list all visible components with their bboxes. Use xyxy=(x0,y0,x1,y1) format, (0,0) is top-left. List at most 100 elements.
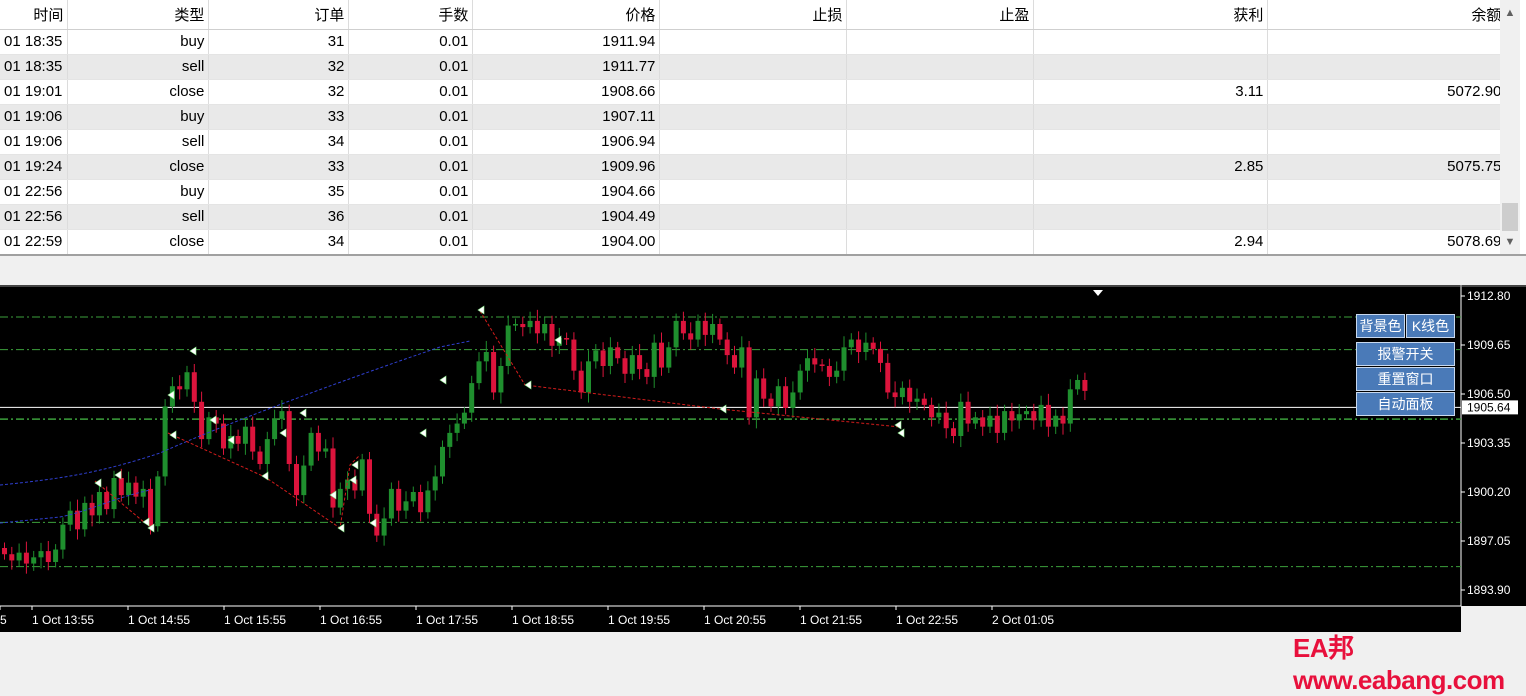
column-header-price[interactable]: 价格 xyxy=(472,0,661,30)
column-header-stop-loss[interactable]: 止损 xyxy=(659,0,848,30)
candle-body xyxy=(651,342,657,377)
column-header-lots[interactable]: 手数 xyxy=(348,0,474,30)
candlestick-chart-canvas[interactable]: 1912.80 1909.65 1906.50 1903.35 1900.20 1897.… xyxy=(0,285,1526,633)
candle-body xyxy=(863,342,869,352)
table-row[interactable]: 01 19:01 close 32 0.01 1908.66 3.11 5072.90 xyxy=(0,79,1507,105)
time-axis-label: 1 Oct 15:55 xyxy=(224,613,286,627)
candle-color-button[interactable]: K线色 xyxy=(1406,314,1455,338)
cell-profit xyxy=(1033,29,1269,55)
table-row[interactable]: 01 22:59 close 34 0.01 1904.00 2.94 5078.69 xyxy=(0,229,1507,255)
candle-body xyxy=(1060,415,1066,424)
candle-body xyxy=(812,358,818,365)
candle-body xyxy=(257,451,263,464)
cell-stop-loss xyxy=(659,29,848,55)
cell-take-profit xyxy=(846,179,1035,205)
candle-body xyxy=(586,361,591,393)
candle-body xyxy=(907,387,913,402)
table-row[interactable]: 01 22:56 buy 35 0.01 1904.66 xyxy=(0,179,1507,205)
cell-balance xyxy=(1267,29,1507,55)
candle-body xyxy=(315,432,321,452)
background-color-button[interactable]: 背景色 xyxy=(1356,314,1405,338)
candle-body xyxy=(38,551,44,558)
column-header-time[interactable]: 时间 xyxy=(0,0,69,30)
candle-body xyxy=(67,510,73,525)
cell-balance: 5078.69 xyxy=(1267,229,1507,255)
candle-body xyxy=(60,524,66,550)
candle-body xyxy=(1009,411,1015,421)
scroll-up-arrow-icon[interactable]: ▲ xyxy=(1500,4,1520,22)
time-axis-label: 1 Oct 19:55 xyxy=(608,613,670,627)
cell-order: 32 xyxy=(208,79,350,105)
reset-window-button[interactable]: 重置窗口 xyxy=(1356,367,1455,391)
scroll-down-arrow-icon[interactable]: ▼ xyxy=(1500,233,1520,251)
cell-order: 34 xyxy=(208,129,350,155)
cell-order: 33 xyxy=(208,154,350,180)
candle-body xyxy=(972,417,978,424)
candle-body xyxy=(688,333,694,340)
cell-price: 1909.96 xyxy=(472,154,661,180)
candle-body xyxy=(118,478,124,496)
time-axis-label: 1 Oct 21:55 xyxy=(800,613,862,627)
auto-panel-button[interactable]: 自动面板 xyxy=(1356,392,1455,416)
cell-price: 1904.66 xyxy=(472,179,661,205)
table-row[interactable]: 01 18:35 buy 31 0.01 1911.94 xyxy=(0,29,1507,55)
cell-time: 01 22:56 xyxy=(0,179,69,205)
cell-balance xyxy=(1267,54,1507,80)
trade-history-panel: 时间 类型 订单 手数 价格 止损 止盈 获利 余额 01 18:35 buy 31… xyxy=(0,0,1526,256)
panel-divider xyxy=(0,254,1526,256)
watermark-logo: EA邦www.eabang.com xyxy=(1293,633,1505,695)
candle-body xyxy=(1038,404,1044,421)
candle-body xyxy=(31,557,37,564)
candle-body xyxy=(1045,404,1051,427)
cell-price: 1911.94 xyxy=(472,29,661,55)
column-header-order[interactable]: 订单 xyxy=(208,0,350,30)
cell-stop-loss xyxy=(659,154,848,180)
candle-body xyxy=(826,366,832,377)
table-row[interactable]: 01 18:35 sell 32 0.01 1911.77 xyxy=(0,54,1507,80)
candle-body xyxy=(951,428,956,436)
candle-body xyxy=(155,476,161,527)
column-header-take-profit[interactable]: 止盈 xyxy=(846,0,1035,30)
candle-body xyxy=(768,398,774,407)
table-header-row: 时间 类型 订单 手数 价格 止损 止盈 获利 余额 xyxy=(0,0,1507,30)
column-header-type[interactable]: 类型 xyxy=(67,0,210,30)
cell-lots: 0.01 xyxy=(348,179,474,205)
candle-body xyxy=(805,358,810,371)
candle-body xyxy=(761,378,767,399)
candle-body xyxy=(126,482,132,496)
column-header-profit[interactable]: 获利 xyxy=(1033,0,1269,30)
table-row[interactable]: 01 19:06 buy 33 0.01 1907.11 xyxy=(0,104,1507,130)
candle-body xyxy=(520,324,526,328)
candle-body xyxy=(191,372,197,402)
candle-body xyxy=(965,401,971,424)
cell-time: 01 22:56 xyxy=(0,204,69,230)
column-header-balance[interactable]: 余额 xyxy=(1267,0,1507,30)
table-row[interactable]: 01 22:56 sell 36 0.01 1904.49 xyxy=(0,204,1507,230)
cell-time: 01 18:35 xyxy=(0,54,69,80)
price-axis-label: 1900.20 xyxy=(1467,485,1511,499)
candle-body xyxy=(549,324,555,346)
candle-body xyxy=(534,320,540,334)
candle-body xyxy=(359,459,365,491)
candle-body xyxy=(242,426,248,444)
table-row[interactable]: 01 19:06 sell 34 0.01 1906.94 xyxy=(0,129,1507,155)
cell-balance: 5072.90 xyxy=(1267,79,1507,105)
candle-body xyxy=(936,412,942,418)
scrollbar-thumb[interactable] xyxy=(1502,203,1518,231)
candle-body xyxy=(403,501,409,511)
cell-profit: 2.94 xyxy=(1033,229,1269,255)
candle-body xyxy=(571,339,577,371)
candle-body xyxy=(491,352,497,393)
chart-plot-area xyxy=(0,285,1461,606)
cell-time: 01 18:35 xyxy=(0,29,69,55)
price-chart[interactable]: 1912.80 1909.65 1906.50 1903.35 1900.20 1897.… xyxy=(0,285,1526,633)
table-row[interactable]: 01 19:24 close 33 0.01 1909.96 2.85 5075.75 xyxy=(0,154,1507,180)
cell-lots: 0.01 xyxy=(348,204,474,230)
candle-body xyxy=(23,552,29,564)
candle-body xyxy=(673,320,679,348)
alarm-toggle-button[interactable]: 报警开关 xyxy=(1356,342,1455,366)
candle-body xyxy=(564,338,570,340)
candle-body xyxy=(330,448,336,508)
cell-price: 1911.77 xyxy=(472,54,661,80)
candle-body xyxy=(425,490,431,513)
